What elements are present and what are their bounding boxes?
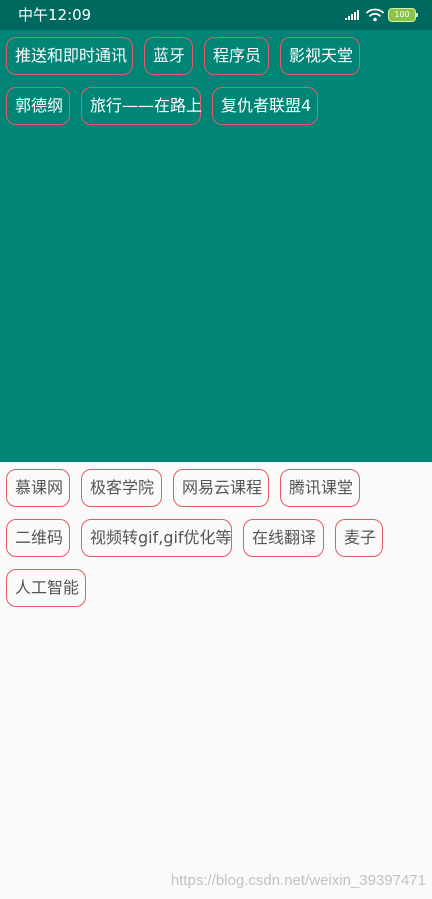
top-tag[interactable]: 蓝牙	[144, 37, 193, 75]
bottom-tag[interactable]: 麦子	[335, 519, 383, 557]
bottom-tag[interactable]: 网易云课程	[173, 469, 269, 507]
top-tag[interactable]: 程序员	[204, 37, 269, 75]
signal-icon	[344, 9, 362, 21]
bottom-tag[interactable]: 慕课网	[6, 469, 70, 507]
bottom-tag[interactable]: 腾讯课堂	[280, 469, 360, 507]
status-bar: 中午12:09 100	[0, 0, 432, 30]
top-tag[interactable]: 影视天堂	[280, 37, 360, 75]
bottom-tag[interactable]: 在线翻译	[243, 519, 324, 557]
bottom-tag[interactable]: 视频转gif,gif优化等	[81, 519, 232, 557]
bottom-tag-panel: 慕课网 极客学院 网易云课程 腾讯课堂 二维码 视频转gif,gif优化等 在线…	[0, 462, 432, 899]
top-tag[interactable]: 旅行——在路上	[81, 87, 202, 125]
top-tag[interactable]: 郭德纲	[6, 87, 70, 125]
bottom-tag[interactable]: 人工智能	[6, 569, 86, 607]
top-tag-panel: 推送和即时通讯 蓝牙 程序员 影视天堂 郭德纲 旅行——在路上 复仇者联盟4	[0, 30, 432, 462]
bottom-tag[interactable]: 极客学院	[81, 469, 162, 507]
battery-icon: 100	[388, 8, 418, 22]
wifi-icon	[366, 8, 384, 22]
top-tag[interactable]: 复仇者联盟4	[212, 87, 318, 125]
status-time: 中午12:09	[18, 6, 92, 24]
bottom-tag[interactable]: 二维码	[6, 519, 70, 557]
top-tag[interactable]: 推送和即时通讯	[6, 37, 133, 75]
status-icons: 100	[344, 6, 418, 24]
watermark: https://blog.csdn.net/weixin_39397471	[170, 872, 426, 889]
